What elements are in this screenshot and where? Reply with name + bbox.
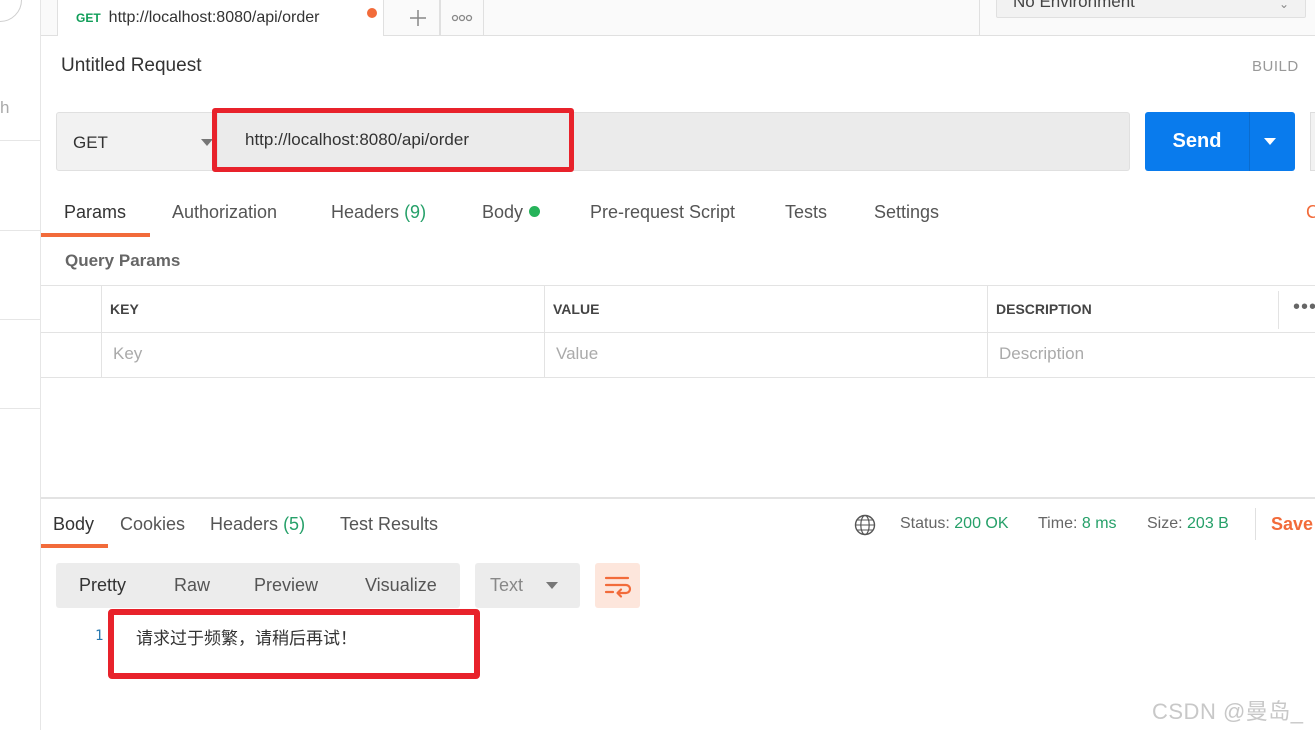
response-headers-label: Headers	[210, 514, 279, 534]
send-divider	[1249, 112, 1250, 171]
tab-method: GET	[76, 11, 101, 25]
response-tab-cookies[interactable]: Cookies	[120, 514, 185, 535]
chevron-down-icon: ⌄	[1278, 0, 1289, 11]
key-input[interactable]: Key	[113, 344, 142, 364]
column-header-description: DESCRIPTION	[996, 301, 1092, 317]
save-request-button[interactable]	[1310, 112, 1315, 171]
status-value: 200 OK	[954, 515, 1009, 532]
plus-icon	[409, 10, 426, 26]
time-readout: Time: 8 ms	[1038, 515, 1117, 533]
active-tab-indicator	[41, 233, 150, 237]
environment-select[interactable]: No Environment ⌄	[996, 0, 1306, 18]
table-column-divider	[544, 286, 545, 378]
headers-count: (9)	[404, 202, 427, 222]
tab-body-label: Body	[482, 202, 524, 222]
sidebar-divider	[0, 230, 41, 231]
tab-strip: GET http://localhost:8080/api/order No E…	[41, 0, 1315, 36]
response-type-value: Text	[490, 575, 524, 595]
build-button[interactable]: BUILD	[1252, 58, 1299, 75]
response-tab-headers[interactable]: Headers (5)	[210, 514, 305, 535]
tab-headers-label: Headers	[331, 202, 400, 222]
more-options-icon[interactable]: •••	[1293, 296, 1315, 319]
environment-label: No Environment	[1013, 0, 1135, 11]
url-highlight-box	[212, 108, 574, 172]
request-tab[interactable]: GET http://localhost:8080/api/order	[57, 0, 384, 36]
save-response-button[interactable]: Save	[1271, 514, 1313, 535]
format-pretty-button[interactable]: Pretty	[79, 575, 126, 596]
response-headers-count: (5)	[283, 514, 306, 534]
size-readout: Size: 203 B	[1147, 515, 1229, 533]
send-button[interactable]: Send	[1145, 112, 1295, 171]
time-value: 8 ms	[1081, 515, 1117, 532]
query-params-label: Query Params	[65, 251, 181, 270]
table-column-divider	[987, 286, 988, 378]
sidebar-divider	[0, 408, 41, 409]
active-response-tab-indicator	[41, 544, 108, 548]
request-title[interactable]: Untitled Request	[61, 55, 201, 77]
size-label: Size:	[1147, 515, 1183, 532]
sidebar-divider	[0, 140, 41, 141]
wrap-lines-button[interactable]	[595, 563, 640, 608]
tab-tests[interactable]: Tests	[785, 202, 827, 223]
cookies-link[interactable]: C	[1306, 202, 1315, 223]
globe-icon[interactable]	[854, 514, 876, 536]
table-row-divider	[41, 332, 1315, 333]
sidebar-clipped-text: h	[0, 98, 10, 117]
tab-prerequest-script[interactable]: Pre-request Script	[590, 202, 735, 223]
tab-options-button[interactable]	[440, 0, 484, 36]
method-value: GET	[73, 133, 108, 152]
wrap-icon	[604, 576, 632, 598]
table-column-divider	[1278, 291, 1279, 329]
method-select[interactable]: GET	[56, 112, 218, 171]
send-label: Send	[1172, 130, 1222, 152]
sidebar-avatar-circle[interactable]	[0, 0, 22, 22]
response-divider[interactable]	[41, 497, 1315, 499]
unsaved-dot-icon	[367, 8, 377, 18]
tab-settings[interactable]: Settings	[874, 202, 939, 223]
body-indicator-dot	[529, 206, 541, 217]
query-params-table: KEY VALUE DESCRIPTION ••• Key Value Desc…	[41, 285, 1315, 378]
watermark: CSDN @曼岛_	[1152, 699, 1304, 724]
format-preview-button[interactable]: Preview	[254, 575, 318, 596]
status-divider	[1255, 508, 1256, 540]
more-icon	[451, 14, 473, 22]
time-label: Time:	[1038, 515, 1078, 532]
column-header-value: VALUE	[553, 301, 600, 317]
tabstrip-divider	[979, 0, 980, 36]
response-tab-test-results[interactable]: Test Results	[340, 514, 438, 535]
response-highlight-box	[108, 609, 480, 679]
sidebar-divider	[0, 319, 41, 320]
size-value: 203 B	[1187, 515, 1229, 532]
tab-authorization[interactable]: Authorization	[172, 202, 277, 223]
column-header-key: KEY	[110, 301, 139, 317]
tab-body[interactable]: Body	[482, 202, 541, 223]
sidebar: h	[0, 0, 41, 730]
format-raw-button[interactable]: Raw	[174, 575, 210, 596]
tab-params[interactable]: Params	[64, 202, 126, 223]
send-options-caret-icon[interactable]	[1264, 138, 1276, 145]
status-readout: Status: 200 OK	[900, 515, 1009, 533]
caret-down-icon	[546, 582, 558, 589]
status-label: Status:	[900, 515, 950, 532]
response-tab-body[interactable]: Body	[53, 514, 94, 535]
new-tab-button[interactable]	[396, 0, 440, 36]
description-input[interactable]: Description	[999, 344, 1084, 364]
value-input[interactable]: Value	[556, 344, 598, 364]
tab-url: http://localhost:8080/api/order	[108, 9, 320, 26]
line-number: 1	[95, 628, 104, 644]
table-column-divider	[101, 286, 102, 378]
tab-headers[interactable]: Headers (9)	[331, 202, 426, 223]
format-visualize-button[interactable]: Visualize	[365, 575, 437, 596]
